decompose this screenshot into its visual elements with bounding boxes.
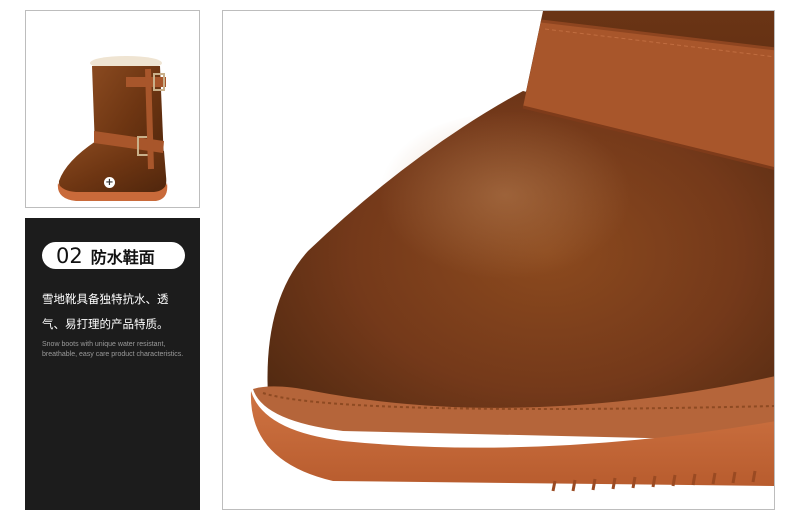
feature-number: 02: [56, 243, 83, 268]
feature-description-cn: 雪地靴具备独特抗水、透 气、易打理的产品特质。: [42, 287, 192, 337]
boot-closeup-image: [250, 11, 774, 492]
feature-title-pill: 02 防水鞋面: [42, 242, 185, 269]
feature-description-cn-line1: 雪地靴具备独特抗水、透: [42, 292, 169, 306]
feature-title: 防水鞋面: [90, 247, 155, 267]
feature-description-en: Snow boots with unique water resistant, …: [42, 341, 184, 358]
feature-description-cn-line2: 气、易打理的产品特质。: [42, 317, 169, 331]
feature-info-panel: 02 防水鞋面 雪地靴具备独特抗水、透 气、易打理的产品特质。 Snow boo…: [25, 218, 200, 510]
boot-thumbnail-frame[interactable]: +: [25, 10, 200, 208]
boot-closeup-frame: [222, 10, 775, 510]
zoom-marker-icon[interactable]: +: [104, 177, 115, 188]
